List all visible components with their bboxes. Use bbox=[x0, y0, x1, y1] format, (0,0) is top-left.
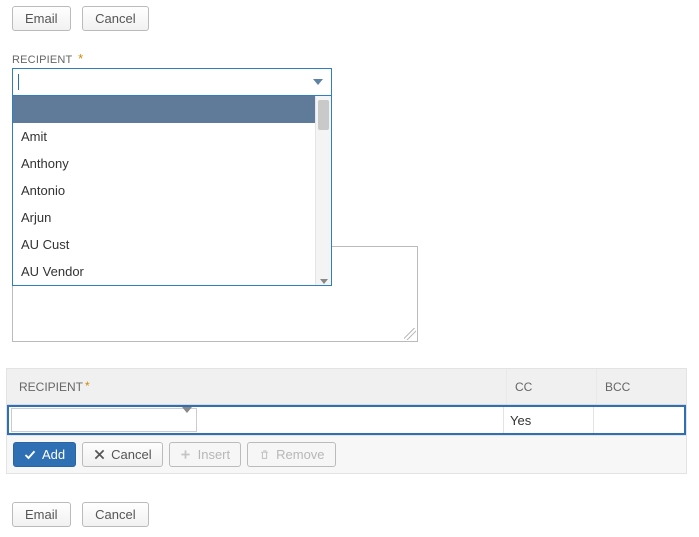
scrollbar-thumb[interactable] bbox=[318, 100, 329, 130]
cell-recipient bbox=[9, 407, 504, 433]
remove-button: Remove bbox=[247, 442, 335, 467]
email-button[interactable]: Email bbox=[12, 502, 71, 527]
resize-handle[interactable] bbox=[404, 328, 416, 340]
x-icon bbox=[93, 449, 105, 461]
chevron-down-icon bbox=[313, 79, 323, 85]
row-cancel-button[interactable]: Cancel bbox=[82, 442, 162, 467]
cancel-button[interactable]: Cancel bbox=[82, 502, 148, 527]
col-cc: CC bbox=[506, 369, 596, 404]
grid-header: RECIPIENT * CC BCC bbox=[7, 369, 686, 405]
dropdown-option[interactable]: AU Cust bbox=[13, 231, 315, 258]
chevron-down-icon bbox=[182, 407, 192, 428]
dropdown-option[interactable]: Antonio bbox=[13, 177, 315, 204]
recipient-input[interactable] bbox=[12, 68, 332, 96]
cancel-button[interactable]: Cancel bbox=[82, 6, 148, 31]
remove-label: Remove bbox=[276, 447, 324, 462]
recipient-combobox[interactable]: Amit Anthony Antonio Arjun AU Cust AU Ve… bbox=[12, 68, 332, 96]
dropdown-option[interactable] bbox=[13, 96, 315, 123]
dropdown-toggle[interactable] bbox=[306, 70, 330, 94]
dropdown-option[interactable]: AU Vendor bbox=[13, 258, 315, 285]
chevron-down-icon bbox=[320, 279, 328, 284]
insert-button: Insert bbox=[169, 442, 242, 467]
dropdown-list: Amit Anthony Antonio Arjun AU Cust AU Ve… bbox=[13, 96, 315, 285]
dropdown-toggle[interactable] bbox=[182, 413, 192, 428]
dropdown-option[interactable]: Arjun bbox=[13, 204, 315, 231]
dropdown-option[interactable]: Anthony bbox=[13, 150, 315, 177]
plus-icon bbox=[180, 449, 192, 461]
check-icon bbox=[24, 449, 36, 461]
recipient-label: RECIPIENT bbox=[12, 54, 72, 66]
row-cancel-label: Cancel bbox=[111, 447, 151, 462]
grid-edit-row: Yes bbox=[7, 405, 686, 435]
recipient-dropdown: Amit Anthony Antonio Arjun AU Cust AU Ve… bbox=[12, 96, 332, 286]
scroll-down-button[interactable] bbox=[316, 279, 331, 284]
dropdown-option[interactable]: Amit bbox=[13, 123, 315, 150]
email-button[interactable]: Email bbox=[12, 6, 71, 31]
bottom-button-row: Email Cancel bbox=[12, 502, 699, 527]
cell-cc[interactable]: Yes bbox=[504, 407, 594, 433]
add-button[interactable]: Add bbox=[13, 442, 76, 467]
add-label: Add bbox=[42, 447, 65, 462]
cell-bcc[interactable] bbox=[594, 407, 684, 433]
trash-icon bbox=[258, 449, 270, 461]
recipient-grid: RECIPIENT * CC BCC Yes Add bbox=[6, 368, 687, 474]
required-star: * bbox=[78, 51, 83, 66]
dropdown-scrollbar[interactable] bbox=[315, 96, 331, 285]
col-recipient-label: RECIPIENT bbox=[19, 380, 83, 394]
insert-label: Insert bbox=[198, 447, 231, 462]
row-recipient-combobox[interactable] bbox=[11, 408, 197, 432]
col-bcc: BCC bbox=[596, 369, 686, 404]
text-caret bbox=[18, 74, 19, 90]
required-star: * bbox=[85, 379, 90, 393]
top-button-row: Email Cancel bbox=[12, 6, 699, 31]
col-recipient: RECIPIENT * bbox=[7, 379, 506, 395]
grid-action-bar: Add Cancel Insert Remove bbox=[7, 435, 686, 473]
recipient-field-wrap: RECIPIENT * Amit Anthony Antonio Arjun A… bbox=[12, 51, 699, 342]
